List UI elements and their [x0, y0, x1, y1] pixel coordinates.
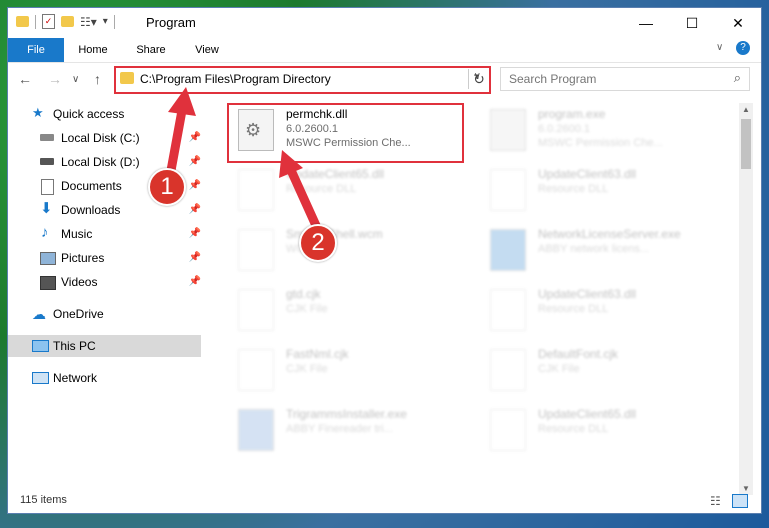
annotation-arrows [165, 87, 323, 235]
step-badge-2: 2 [299, 224, 337, 262]
arrow-1 [165, 100, 188, 181]
arrow-1-head [168, 87, 196, 116]
step-badge-1: 1 [148, 168, 186, 206]
arrow-2 [285, 163, 323, 235]
